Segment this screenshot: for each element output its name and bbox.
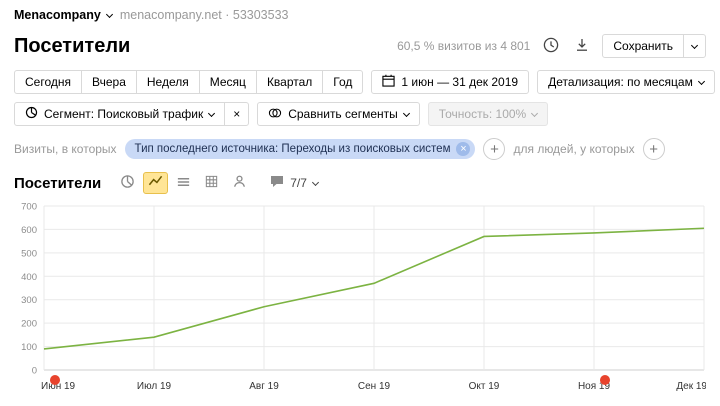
comments-toggle[interactable]: 7/7 [270,175,318,191]
date-range-label: 1 июн — 31 дек 2019 [401,75,518,89]
y-axis-tick-label: 100 [21,342,37,353]
person-icon [232,174,247,192]
segment-clear-button[interactable]: × [224,102,249,126]
chevron-down-icon [312,178,319,185]
y-axis-tick-label: 500 [21,248,37,259]
segment-split: Сегмент: Поисковый трафик × [14,102,249,126]
y-axis-tick-label: 700 [21,202,37,213]
x-axis-tick-label: Сен 19 [358,381,391,392]
save-menu-button[interactable] [683,34,706,58]
chart-type-line-button[interactable] [143,172,168,194]
chart-type-pie-button[interactable] [115,172,140,194]
chevron-down-icon [403,109,410,116]
chevron-down-icon [531,109,538,116]
clock-icon [542,36,560,57]
table-grid-icon [204,174,219,192]
period-tab-year[interactable]: Год [322,70,363,94]
compare-label: Сравнить сегменты [288,107,398,121]
chevron-down-icon [106,10,113,17]
x-axis-tick-label: Июл 19 [137,381,172,392]
period-tab-month[interactable]: Месяц [199,70,257,94]
segment-label: Сегмент: Поисковый трафик [44,107,203,121]
visitors-chart: 0100200300400500600700Июн 19Июл 19Авг 19… [14,200,706,401]
filter-row: Визиты, в которых Тип последнего источни… [14,138,706,160]
detalization-select[interactable]: Детализация: по месяцам [537,70,715,94]
chart-type-audience-button[interactable] [227,172,252,194]
segment-select[interactable]: Сегмент: Поисковый трафик [14,102,225,126]
segment-controls: Сегмент: Поисковый трафик × Сравнить сег… [14,102,706,126]
visits-filter-label: Визиты, в которых [14,142,117,156]
add-people-filter-button[interactable]: + [643,138,665,160]
chart-note-marker[interactable] [50,375,60,385]
y-axis-tick-label: 300 [21,295,37,306]
chevron-down-icon [208,109,215,116]
y-axis-tick-label: 0 [32,366,37,377]
close-icon: × [233,107,240,121]
topbar: Menacompany menacompany.net · 53303533 [14,6,706,24]
account-switcher[interactable]: Menacompany [14,8,112,22]
y-axis-tick-label: 200 [21,319,37,330]
stacked-area-icon [176,174,191,192]
visitors-line-chart[interactable]: 0100200300400500600700Июн 19Июл 19Авг 19… [14,200,706,398]
save-split-button: Сохранить [602,34,706,58]
compare-icon [268,107,282,122]
page-title: Посетители [14,35,130,58]
period-tab-week[interactable]: Неделя [136,70,200,94]
people-filter-label: для людей, у которых [513,142,634,156]
period-tab-today[interactable]: Сегодня [14,70,82,94]
segment-icon [25,106,38,122]
compare-segments-button[interactable]: Сравнить сегменты [257,102,420,126]
calendar-icon [382,74,395,90]
chevron-down-icon [691,41,698,48]
plus-icon: + [649,142,658,157]
header-row: Посетители 60,5 % визитов из 4 801 Сохра… [14,32,706,60]
line-chart-icon [148,174,163,192]
comment-bubble-icon [270,175,284,191]
y-axis-tick-label: 600 [21,225,37,236]
date-range-button[interactable]: 1 июн — 31 дек 2019 [371,70,529,94]
detalization-label: Детализация: по месяцам [548,75,693,89]
visits-summary: 60,5 % визитов из 4 801 [397,39,530,53]
chip-close-icon[interactable]: × [456,142,470,156]
chart-title: Посетители [14,175,101,192]
filter-chip-last-source[interactable]: Тип последнего источника: Переходы из по… [125,139,476,159]
metrica-report-page: Menacompany menacompany.net · 53303533 П… [0,0,720,401]
period-tab-yesterday[interactable]: Вчера [81,70,137,94]
precision-select[interactable]: Точность: 100% [428,102,548,126]
history-button[interactable] [540,34,562,59]
counter-info: menacompany.net · 53303533 [120,8,289,22]
pie-chart-icon [120,174,135,192]
plus-icon: + [490,142,499,157]
period-tab-quarter[interactable]: Квартал [256,70,323,94]
account-name: Menacompany [14,8,101,22]
chart-type-table-button[interactable] [199,172,224,194]
precision-label: Точность: 100% [439,107,526,121]
header-actions: 60,5 % визитов из 4 801 Сохранить [397,34,706,59]
y-axis-tick-label: 400 [21,272,37,283]
chevron-down-icon [698,77,705,84]
period-tab-group: Сегодня Вчера Неделя Месяц Квартал Год [14,70,363,94]
save-button[interactable]: Сохранить [602,34,684,58]
chart-note-marker[interactable] [600,375,610,385]
download-icon [574,37,590,56]
chart-type-area-button[interactable] [171,172,196,194]
chart-header: Посетители [14,172,706,194]
x-axis-tick-label: Окт 19 [469,381,500,392]
period-controls: Сегодня Вчера Неделя Месяц Квартал Год 1… [14,70,706,94]
comments-count: 7/7 [290,176,307,190]
filter-chip-label: Тип последнего источника: Переходы из по… [135,143,451,155]
add-visit-filter-button[interactable]: + [483,138,505,160]
chart-type-switcher [115,172,252,194]
x-axis-tick-label: Авг 19 [249,381,279,392]
download-button[interactable] [572,35,592,58]
x-axis-tick-label: Дек 19 [676,381,706,392]
